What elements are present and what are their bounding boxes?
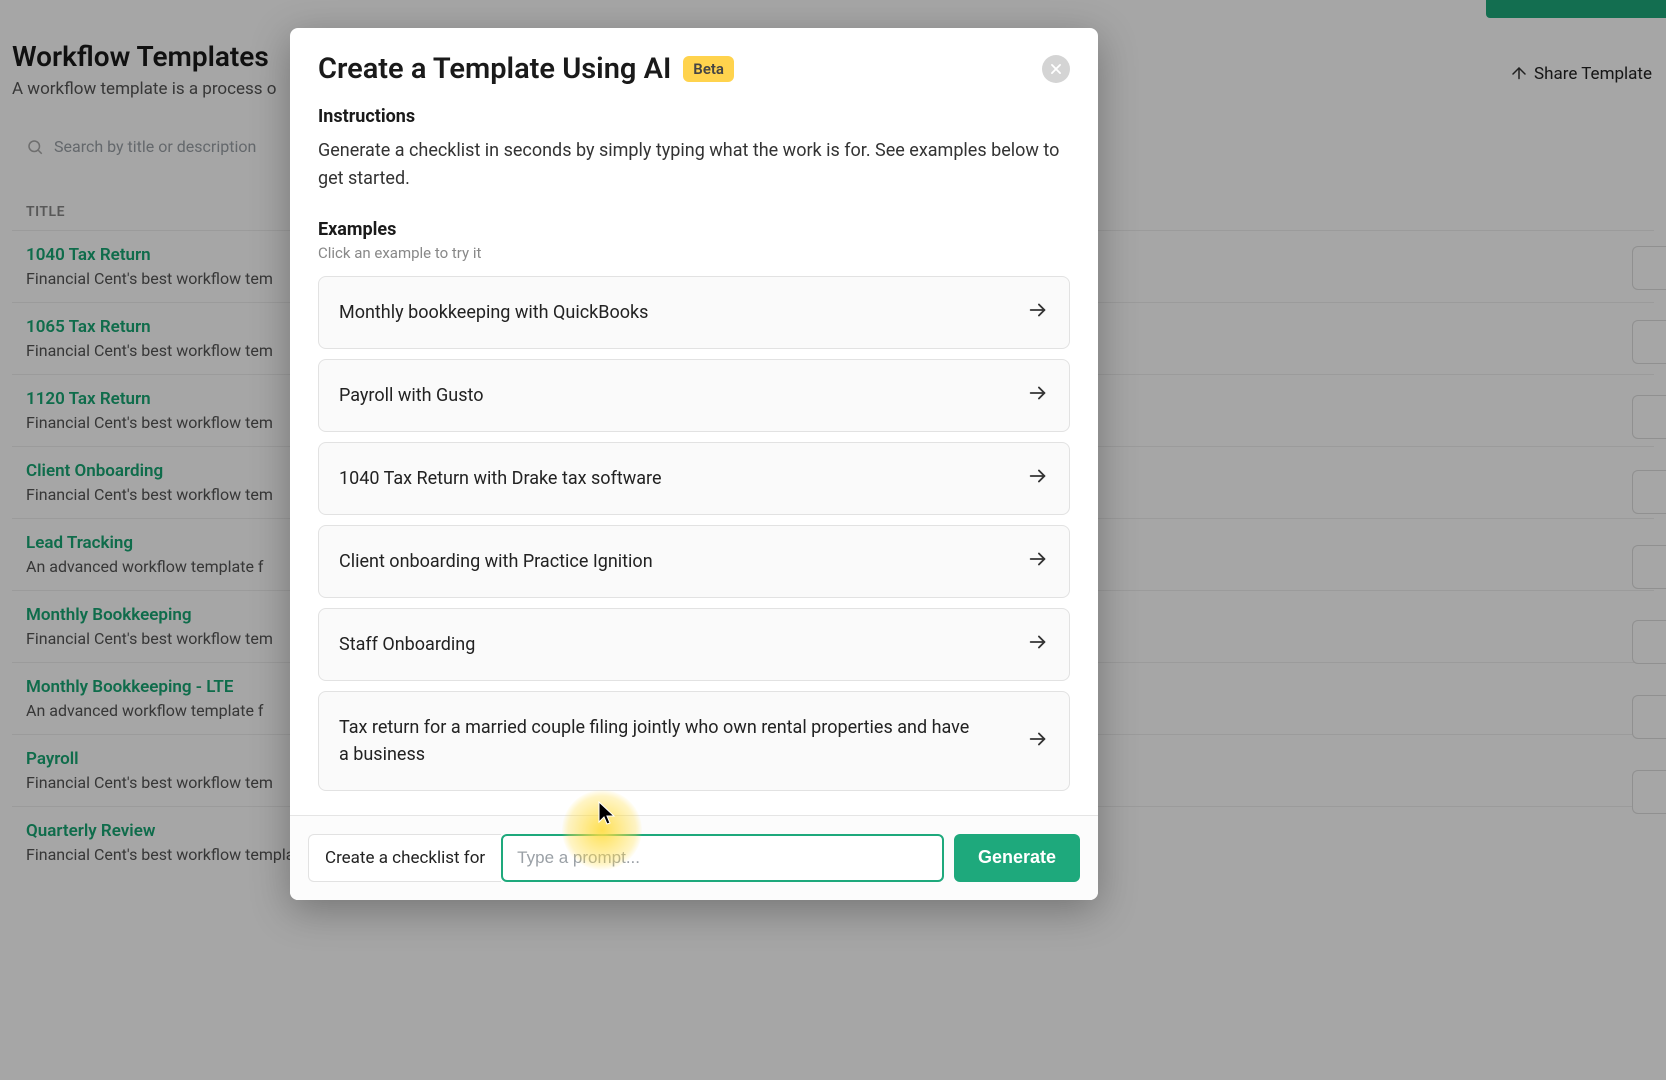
close-icon <box>1049 62 1063 76</box>
prompt-prefix-label: Create a checklist for <box>308 834 501 882</box>
beta-badge: Beta <box>683 56 734 82</box>
examples-heading: Examples <box>318 219 1070 240</box>
examples-subtext: Click an example to try it <box>318 244 1070 262</box>
example-text: 1040 Tax Return with Drake tax software <box>339 465 662 492</box>
arrow-right-icon <box>1027 631 1049 657</box>
prompt-input[interactable] <box>501 834 944 882</box>
arrow-right-icon <box>1027 382 1049 408</box>
modal-title: Create a Template Using AI <box>318 52 671 86</box>
example-item[interactable]: Monthly bookkeeping with QuickBooks <box>318 276 1070 349</box>
arrow-right-icon <box>1027 465 1049 491</box>
example-text: Tax return for a married couple filing j… <box>339 714 979 768</box>
example-item[interactable]: Client onboarding with Practice Ignition <box>318 525 1070 598</box>
example-item[interactable]: Tax return for a married couple filing j… <box>318 691 1070 791</box>
example-item[interactable]: Payroll with Gusto <box>318 359 1070 432</box>
example-text: Staff Onboarding <box>339 631 475 658</box>
example-text: Payroll with Gusto <box>339 382 483 409</box>
instructions-heading: Instructions <box>318 106 1070 127</box>
instructions-text: Generate a checklist in seconds by simpl… <box>318 137 1070 193</box>
arrow-right-icon <box>1027 299 1049 325</box>
example-item[interactable]: 1040 Tax Return with Drake tax software <box>318 442 1070 515</box>
generate-button[interactable]: Generate <box>954 834 1080 882</box>
close-button[interactable] <box>1042 55 1070 83</box>
arrow-right-icon <box>1027 548 1049 574</box>
example-text: Client onboarding with Practice Ignition <box>339 548 653 575</box>
arrow-right-icon <box>1027 728 1049 754</box>
example-text: Monthly bookkeeping with QuickBooks <box>339 299 648 326</box>
example-item[interactable]: Staff Onboarding <box>318 608 1070 681</box>
create-template-ai-modal: Create a Template Using AI Beta Instruct… <box>290 28 1098 900</box>
